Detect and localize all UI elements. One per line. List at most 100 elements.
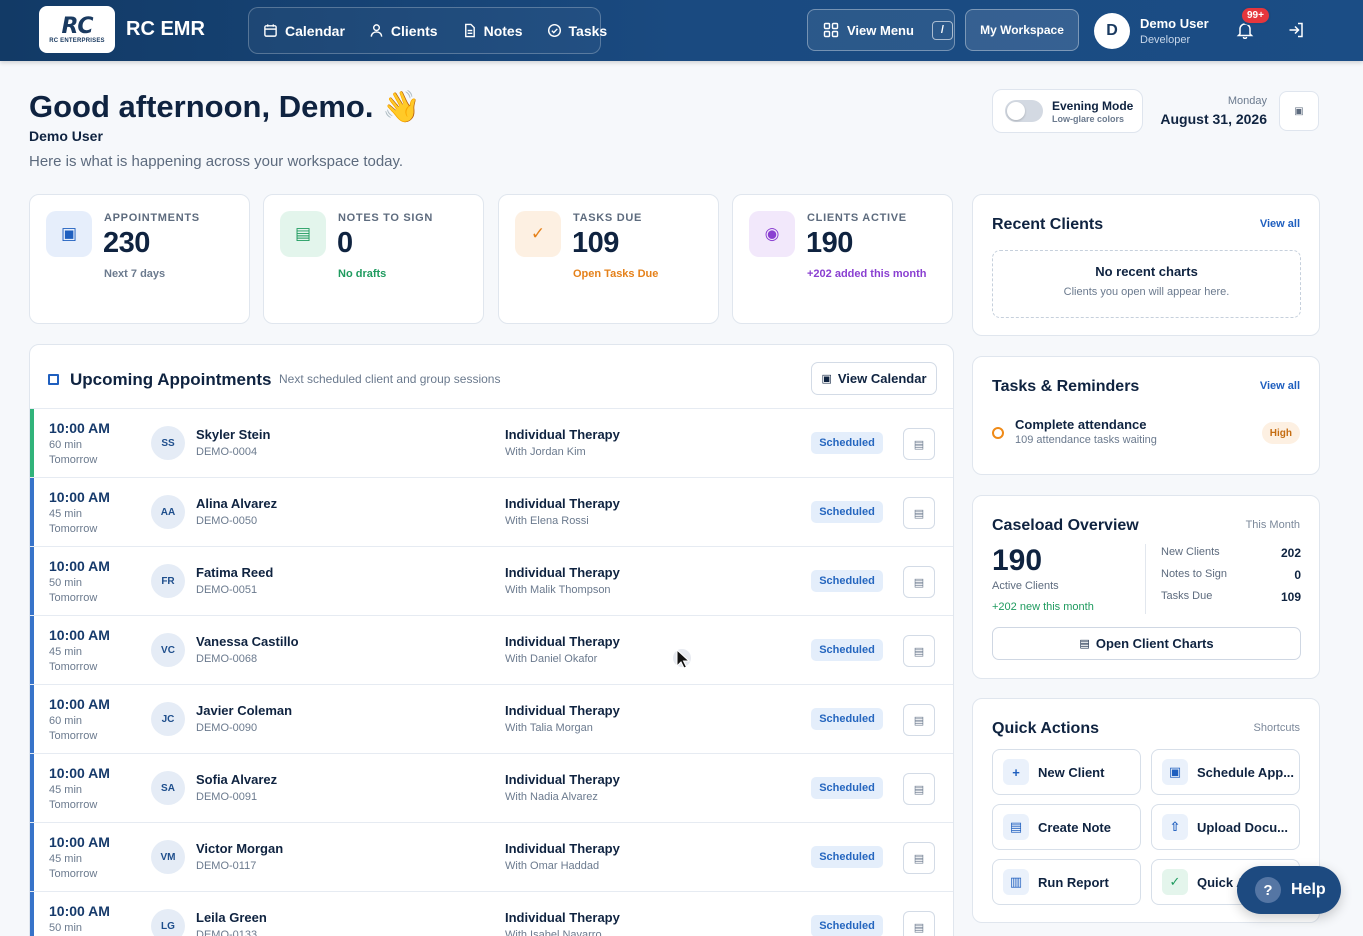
document-icon [464,23,475,38]
open-note-button[interactable]: ▤ [903,911,935,936]
client-name[interactable]: Victor Morgan [196,841,283,856]
nav-notes-label: Notes [483,22,523,39]
logout-icon[interactable] [1287,21,1305,39]
session-type: Individual Therapy [505,634,620,649]
view-menu-button[interactable]: View Menu / [807,9,955,51]
view-all-link[interactable]: View all [1260,380,1300,392]
evening-mode-title: Evening Mode [1052,98,1134,113]
appointment-duration: 60 min [49,715,83,727]
new-client-button[interactable]: + New Client [992,749,1141,795]
toggle-switch[interactable] [1005,100,1043,122]
current-user-name: Demo User [29,128,103,144]
upload-document-button[interactable]: ⇧ Upload Docu... [1151,804,1300,850]
greeting-heading: Good afternoon, Demo. 👋 [29,89,421,124]
appointment-row[interactable]: 10:00 AM 45 min Tomorrow AA Alina Alvarez DEM… [30,477,953,546]
appointment-row[interactable]: 10:00 AM 45 min Tomorrow VM Victor Morgan DEM… [30,822,953,891]
open-note-button[interactable]: ▤ [903,704,935,736]
appointment-duration: 45 min [49,784,83,796]
schedule-appointment-button[interactable]: ▣ Schedule App... [1151,749,1300,795]
mouse-cursor-icon [673,648,691,669]
appointment-row[interactable]: 10:00 AM50 minTomorrowLGLeila GreenDEMO-… [30,891,953,936]
stat-card-tasks[interactable]: ✓ TASKS DUE 109 Open Tasks Due [498,194,719,324]
appointment-row[interactable]: 10:00 AM 60 min Tomorrow JC Javier Coleman DE… [30,684,953,753]
appointment-row[interactable]: 10:00 AM 50 min Tomorrow FR Fatima Reed DEMO-… [30,546,953,615]
client-id: DEMO-0090 [196,722,258,734]
create-note-button[interactable]: ▤ Create Note [992,804,1141,850]
calendar-picker-button[interactable]: ▣ [1279,91,1319,131]
caseload-stat-label: New Clients [1161,546,1220,558]
client-avatar: SS [151,426,185,460]
quick-action-label: Create Note [1038,819,1111,835]
card-title: Recent Clients [992,216,1104,233]
view-all-link[interactable]: View all [1260,218,1300,230]
appointment-row[interactable]: 10:00 AM 60 min Tomorrow SS Skyler Stein DEMO… [30,408,953,477]
client-avatar: AA [151,495,185,529]
question-icon: ? [1255,877,1281,903]
appointment-day: Tomorrow [49,799,98,811]
appointments-icon: ▣ [46,211,92,257]
view-calendar-button[interactable]: ▣ View Calendar [811,362,937,395]
nav-calendar[interactable]: Calendar [263,23,345,39]
client-avatar: VC [151,633,185,667]
client-name[interactable]: Leila Green [196,910,267,925]
client-id: DEMO-0051 [196,584,258,596]
nav-notes[interactable]: Notes [462,23,523,39]
help-button[interactable]: ? Help [1237,866,1341,914]
new-clients-delta: +202 new this month [992,601,1094,613]
open-note-button[interactable]: ▤ [903,566,935,598]
status-badge: Scheduled [811,915,883,936]
appointment-duration: 45 min [49,646,83,658]
section-subtitle: Next scheduled client and group sessions [279,372,501,386]
empty-subtitle: Clients you open will appear here. [1063,286,1230,298]
client-name[interactable]: Fatima Reed [196,565,273,580]
evening-mode-toggle[interactable]: Evening Mode Low-glare colors [992,89,1143,133]
notification-badge: 99+ [1240,6,1271,25]
appointment-row[interactable]: 10:00 AM 45 min Tomorrow VC Vanessa Castillo… [30,615,953,684]
stat-card-notes[interactable]: ▤ NOTES TO SIGN 0 No drafts [263,194,484,324]
nav-tasks[interactable]: Tasks [547,23,607,39]
client-name[interactable]: Javier Coleman [196,703,292,718]
open-note-button[interactable]: ▤ [903,773,935,805]
open-note-button[interactable]: ▤ [903,842,935,874]
open-note-button[interactable]: ▤ [903,497,935,529]
evening-mode-subtitle: Low-glare colors [1052,113,1125,124]
shortcut-key: / [931,20,953,40]
run-report-button[interactable]: ▥ Run Report [992,859,1141,905]
help-label: Help [1291,881,1326,898]
client-name[interactable]: Sofia Alvarez [196,772,277,787]
task-title[interactable]: Complete attendance [1015,417,1146,432]
document-icon: ▤ [1003,814,1029,840]
document-icon: ▤ [913,921,925,934]
upcoming-appointments-panel: Upcoming Appointments Next scheduled cli… [29,344,954,936]
open-note-button[interactable]: ▤ [903,428,935,460]
client-avatar: JC [151,702,185,736]
clinician: With Nadia Alvarez [505,791,598,803]
app-logo[interactable]: RC RC ENTERPRISES [39,6,115,53]
session-type: Individual Therapy [505,841,620,856]
stat-value: 230 [103,227,150,259]
open-client-charts-button[interactable]: ▤ Open Client Charts [992,627,1301,660]
user-menu[interactable]: D Demo User Developer [1089,7,1237,54]
stat-card-appointments[interactable]: ▣ APPOINTMENTS 230 Next 7 days [29,194,250,324]
top-navigation-bar: RC RC ENTERPRISES RC EMR Calendar Client… [0,0,1363,61]
calendar-icon: ▣ [1294,105,1304,117]
session-type: Individual Therapy [505,565,620,580]
check-icon: ✓ [515,211,561,257]
divider [1145,544,1146,614]
appointment-row[interactable]: 10:00 AM 45 min Tomorrow SA Sofia Alvarez DEM… [30,753,953,822]
appointment-duration: 50 min [49,922,83,934]
appointment-time: 10:00 AM [49,558,110,574]
client-name[interactable]: Alina Alvarez [196,496,277,511]
stat-value: 109 [572,227,619,259]
clinician: With Malik Thompson [505,584,611,596]
caseload-stat-label: Tasks Due [1161,590,1213,602]
session-type: Individual Therapy [505,427,620,442]
open-note-button[interactable]: ▤ [903,635,935,667]
client-name[interactable]: Vanessa Castillo [196,634,299,649]
my-workspace-button[interactable]: My Workspace [965,9,1079,51]
document-icon: ▤ [1079,638,1090,650]
nav-clients[interactable]: Clients [369,23,438,39]
page-subtitle: Here is what is happening across your wo… [29,153,404,170]
client-name[interactable]: Skyler Stein [196,427,270,442]
stat-card-clients[interactable]: ◉ CLIENTS ACTIVE 190 +202 added this mon… [732,194,953,324]
